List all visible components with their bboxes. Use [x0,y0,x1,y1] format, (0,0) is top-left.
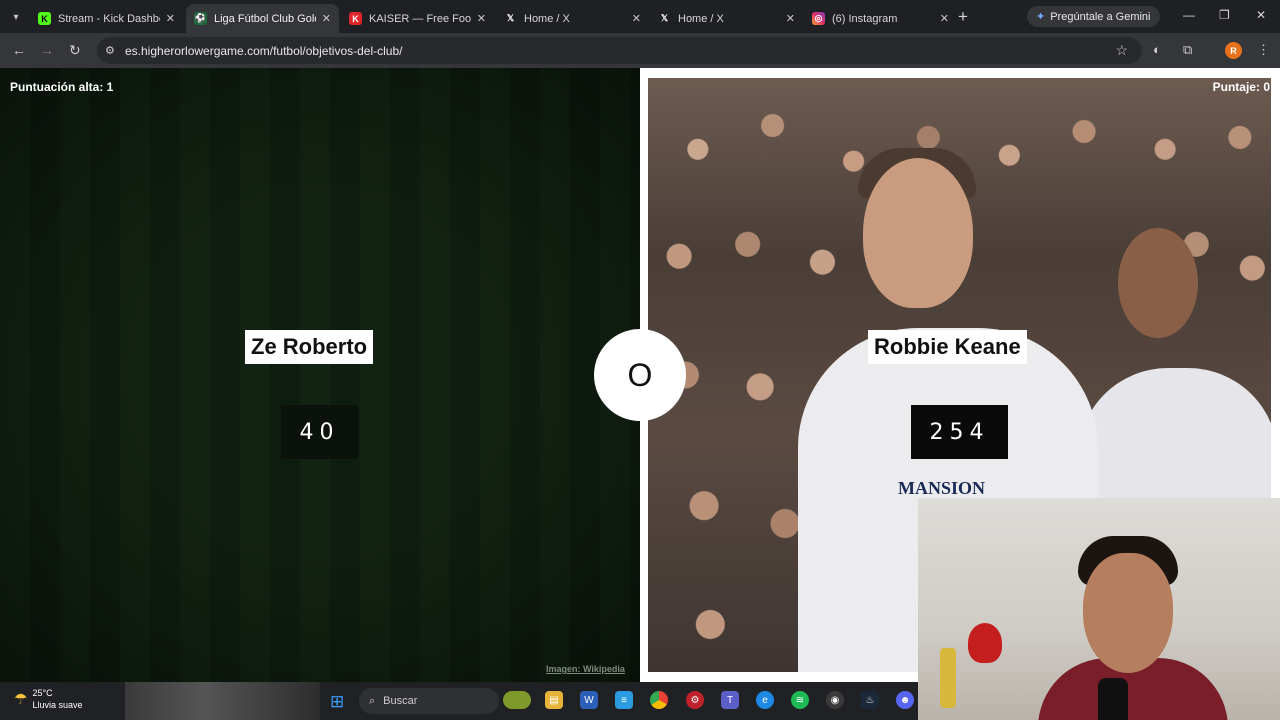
search-placeholder: Buscar [383,695,418,707]
spotify-icon[interactable]: ≋ [791,691,809,709]
reload-button[interactable]: ↻ [69,42,81,59]
new-tab-button[interactable]: + [958,7,968,27]
microphone [1098,678,1128,720]
maximize-button[interactable]: ❐ [1219,8,1230,22]
file-explorer-icon[interactable]: ▤ [545,691,563,709]
taskbar-thumbnail [125,682,320,720]
tab-title: Home / X [678,12,724,25]
tab-title: Stream - Kick Dashboa [58,12,160,25]
chrome-icon[interactable] [650,691,668,709]
close-icon[interactable]: ✕ [477,12,486,25]
tab-title: KAISER — Free Footba [369,12,471,25]
weather-rain-icon: ☂ [14,691,28,708]
streamer-face [1083,553,1173,673]
current-score: Puntaje: 0 [1212,80,1270,94]
widget-icon[interactable] [503,691,531,709]
left-player-name: Ze Roberto [245,330,374,364]
player-head [863,158,973,308]
window-close-button[interactable]: ✕ [1256,8,1266,22]
extensions-puzzle-icon[interactable]: ⧉ [1183,42,1192,58]
vs-indicator: O [594,329,686,421]
close-icon[interactable]: ✕ [322,12,331,25]
close-icon[interactable]: ✕ [940,12,949,25]
tab-kaiser[interactable]: K KAISER — Free Footba ✕ [341,4,494,33]
left-player-value: 40 [281,405,358,459]
edge-icon[interactable]: e [756,691,774,709]
obs-icon[interactable]: ◉ [826,691,844,709]
right-player-value: 254 [911,405,1008,459]
high-score: Puntuación alta: 1 [10,80,114,94]
steam-icon[interactable]: ♨ [861,691,879,709]
site-settings-icon[interactable]: ⚙ [105,44,121,57]
windows-start-icon[interactable]: ⊞ [330,692,344,712]
tab-search-button[interactable]: ▾ [6,7,26,27]
word-icon[interactable]: W [580,691,598,709]
menu-kebab-icon[interactable]: ⋮ [1257,42,1270,58]
kaiser-icon: K [349,12,362,25]
image-credit-link[interactable]: Imagen: Wikipedia [546,664,625,674]
tab-x-home-2[interactable]: 𝕏 Home / X ✕ [650,4,803,33]
forward-button[interactable]: → [40,42,54,58]
search-icon: ⌕ [369,694,376,707]
close-icon[interactable]: ✕ [632,12,641,25]
tab-kick[interactable]: K Stream - Kick Dashboa ✕ [30,4,183,33]
taskbar: ☂ 25°C Lluvia suave ⊞ ⌕ Buscar ▤ W ≡ ⚙ T… [0,682,918,720]
bookmark-star-icon[interactable]: ☆ [1115,42,1128,59]
close-icon[interactable]: ✕ [166,12,175,25]
profile-avatar[interactable]: R [1225,42,1242,59]
tab-strip: ▾ K Stream - Kick Dashboa ✕ ⚽ Liga Fútbo… [0,0,1280,33]
discord-icon[interactable]: ☻ [896,691,914,709]
browser-toolbar: ← → ↻ ⚙ es.higherorlowergame.com/futbol/… [0,33,1280,68]
instagram-icon: ◎ [812,12,825,25]
tab-title: Liga Fútbol Club Goles [214,12,316,25]
gemini-label: Pregúntale a Gemini [1050,10,1151,23]
kick-icon: K [38,12,51,25]
x-icon: 𝕏 [506,13,515,23]
teammate-head [1118,228,1198,338]
temperature: 25°C [32,688,53,698]
weather-condition: Lluvia suave [32,700,83,710]
app-red-icon[interactable]: ⚙ [686,691,704,709]
tab-x-home[interactable]: 𝕏 Home / X ✕ [496,4,649,33]
game-icon: ⚽ [194,12,207,25]
address-bar[interactable]: ⚙ es.higherorlowergame.com/futbol/objeti… [97,37,1142,64]
extension-icon[interactable]: ◐ [1153,42,1161,57]
shirt-sponsor: MANSION [898,478,986,498]
url-text: es.higherorlowergame.com/futbol/objetivo… [125,43,403,58]
teams-icon[interactable]: T [721,691,739,709]
tab-title: Home / X [524,12,570,25]
gemini-button[interactable]: ✦ Pregúntale a Gemini [1027,6,1160,27]
notepad-icon[interactable]: ≡ [615,691,633,709]
tab-instagram[interactable]: ◎ (6) Instagram ✕ [804,4,957,33]
gemini-icon: ✦ [1036,11,1046,23]
tab-title: (6) Instagram [832,12,898,25]
right-player-name: Robbie Keane [868,330,1027,364]
close-icon[interactable]: ✕ [786,12,795,25]
minimize-button[interactable]: — [1183,8,1195,22]
weather-widget[interactable]: ☂ 25°C Lluvia suave [14,687,83,711]
lamp [940,648,956,708]
left-card-background [0,68,640,682]
webcam-overlay [918,498,1280,720]
back-button[interactable]: ← [12,42,26,58]
tab-game[interactable]: ⚽ Liga Fútbol Club Goles ✕ [186,4,339,33]
x-icon: 𝕏 [660,13,669,23]
taskbar-search[interactable]: ⌕ Buscar [359,688,499,714]
spiderman-mask [968,623,1002,663]
